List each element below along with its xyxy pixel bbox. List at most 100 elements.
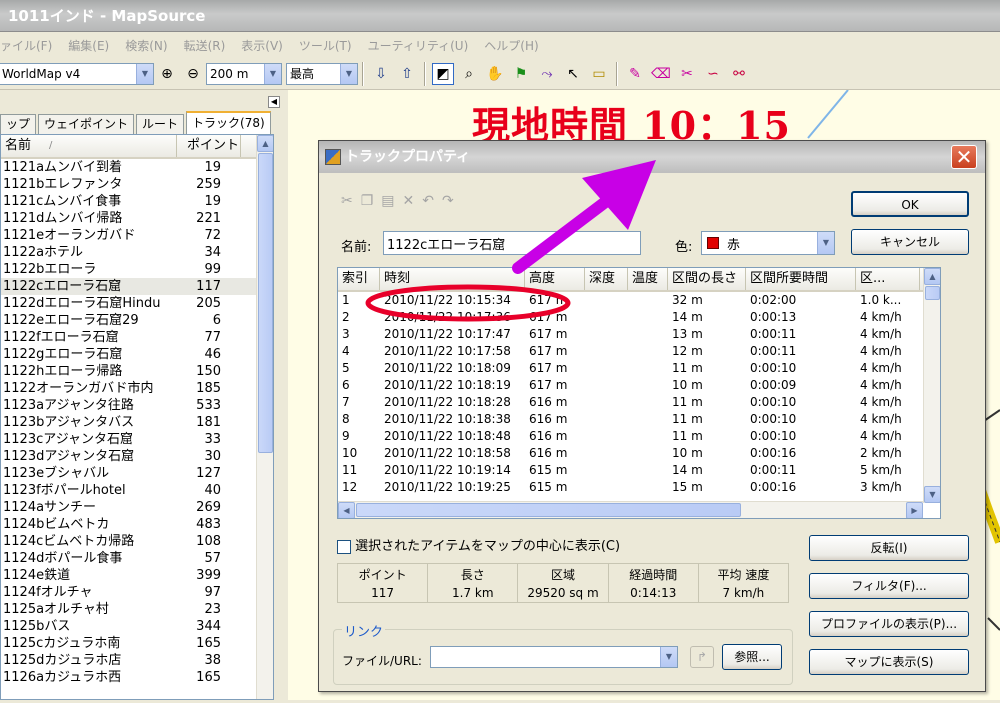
track-point-row[interactable]: 7 2010/11/22 10:18:28 616 m 11 m 0:00:10 4 km…	[338, 394, 940, 411]
waypoint-tool-icon[interactable]: ⚑	[510, 63, 532, 85]
pencil-tool-icon[interactable]: ✎	[624, 63, 646, 85]
track-list-item[interactable]: 1124fオルチャ 97	[1, 584, 273, 601]
paste-icon[interactable]: ▤	[381, 193, 394, 209]
scroll-up-icon[interactable]: ▲	[924, 268, 940, 285]
track-list-item[interactable]: 1122eエローラ石窟29 6	[1, 312, 273, 329]
filter-button[interactable]: フィルタ(F)...	[809, 573, 969, 599]
track-list-item[interactable]: 1125bバス 344	[1, 618, 273, 635]
scroll-down-icon[interactable]: ▼	[924, 486, 940, 503]
menu-view[interactable]: 表示(V)	[241, 37, 283, 54]
track-point-row[interactable]: 12 2010/11/22 10:19:25 615 m 15 m 0:00:16 3 k…	[338, 479, 940, 496]
scrollbar-thumb[interactable]	[925, 286, 940, 300]
track-list-item[interactable]: 1124cビムベトカ帰路 108	[1, 533, 273, 550]
divide-tool-icon[interactable]: ✂	[676, 63, 698, 85]
track-list-item[interactable]: 1122hエローラ帰路 150	[1, 363, 273, 380]
track-list-item[interactable]: 1121eオーランガバド 72	[1, 227, 273, 244]
browse-button[interactable]: 参照...	[722, 644, 782, 670]
track-list-item[interactable]: 1125cカジュラホ南 165	[1, 635, 273, 652]
file-url-input[interactable]: ▼	[430, 646, 678, 668]
track-point-row[interactable]: 10 2010/11/22 10:18:58 616 m 10 m 0:00:16 2 k…	[338, 445, 940, 462]
column-header-points[interactable]: ポイント	[177, 135, 241, 157]
track-list-item[interactable]: 1125aオルチャ村 23	[1, 601, 273, 618]
open-link-icon[interactable]: ↱	[690, 646, 714, 668]
tab-map[interactable]: ップ	[0, 114, 37, 134]
column-header-name[interactable]: 名前 /	[1, 135, 177, 157]
cancel-button[interactable]: キャンセル	[851, 229, 969, 255]
menu-utilities[interactable]: ユーティリティ(U)	[368, 37, 469, 54]
track-list-item[interactable]: 1123cアジャンタ石窟 33	[1, 431, 273, 448]
detail-level-select[interactable]: 最高 ▼	[286, 62, 358, 85]
points-vscrollbar[interactable]: ▲ ▼	[923, 268, 940, 503]
scrollbar-thumb[interactable]	[356, 503, 741, 517]
menu-help[interactable]: ヘルプ(H)	[484, 37, 538, 54]
track-list-item[interactable]: 1123bアジャンタバス 181	[1, 414, 273, 431]
track-list-item[interactable]: 1124dボパール食事 57	[1, 550, 273, 567]
zoom-out-icon[interactable]: ⊖	[182, 63, 204, 85]
pane-close-icon[interactable]: ◀	[268, 96, 280, 108]
track-list-item[interactable]: 1122オーランガバド市内 185	[1, 380, 273, 397]
scroll-left-icon[interactable]: ◀	[338, 502, 355, 518]
points-hscrollbar[interactable]: ◀ ▶	[338, 501, 923, 518]
menu-file[interactable]: ァイル(F)	[0, 37, 52, 54]
column-header-leg-speed[interactable]: 区...	[856, 268, 920, 290]
track-list-item[interactable]: 1122fエローラ石窟 77	[1, 329, 273, 346]
column-header-depth[interactable]: 深度	[585, 268, 628, 290]
scrollbar-thumb[interactable]	[258, 153, 273, 453]
menu-tools[interactable]: ツール(T)	[299, 37, 352, 54]
track-list-item[interactable]: 1121dムンバイ帰路 221	[1, 210, 273, 227]
track-point-row[interactable]: 5 2010/11/22 10:18:09 617 m 11 m 0:00:10 4 km…	[338, 360, 940, 377]
track-point-row[interactable]: 6 2010/11/22 10:18:19 617 m 10 m 0:00:09 4 km…	[338, 377, 940, 394]
scroll-right-icon[interactable]: ▶	[906, 502, 923, 518]
map-select-tool-icon[interactable]: ◩	[432, 62, 454, 85]
join-tool-icon[interactable]: ∽	[702, 63, 724, 85]
track-list-item[interactable]: 1124aサンチー 269	[1, 499, 273, 516]
show-profile-button[interactable]: プロファイルの表示(P)...	[809, 611, 969, 637]
close-icon[interactable]: ✕	[951, 145, 977, 169]
track-list-item[interactable]: 1122dエローラ石窟Hindu 205	[1, 295, 273, 312]
route-tool-icon[interactable]: ⤳	[536, 63, 558, 85]
column-header-temperature[interactable]: 温度	[628, 268, 668, 290]
checkbox-box[interactable]	[337, 539, 351, 554]
tab-tracks[interactable]: トラック(78)	[186, 111, 271, 134]
center-on-map-checkbox[interactable]: 選択されたアイテムをマップの中心に表示(C)	[337, 535, 620, 554]
copy-icon[interactable]: ❐	[361, 193, 374, 209]
track-point-row[interactable]: 11 2010/11/22 10:19:14 615 m 14 m 0:00:11 5 k…	[338, 462, 940, 479]
tab-waypoints[interactable]: ウェイポイント	[38, 114, 135, 134]
column-header-leg-time[interactable]: 区間所要時間	[746, 268, 856, 290]
track-list-scrollbar[interactable]: ▲	[256, 135, 273, 699]
track-list-item[interactable]: 1126aカジュラホ西 165	[1, 669, 273, 686]
zoom-tool-icon[interactable]: ⌕	[458, 63, 480, 85]
track-point-row[interactable]: 3 2010/11/22 10:17:47 617 m 13 m 0:00:11 4 km…	[338, 326, 940, 343]
menu-edit[interactable]: 編集(E)	[68, 37, 109, 54]
reverse-button[interactable]: 反転(I)	[809, 535, 969, 561]
track-list-item[interactable]: 1122cエローラ石窟 117	[1, 278, 273, 295]
tab-routes[interactable]: ルート	[136, 114, 185, 134]
hand-tool-icon[interactable]: ✋	[484, 63, 506, 85]
menu-transfer[interactable]: 転送(R)	[184, 37, 226, 54]
track-list-item[interactable]: 1122gエローラ石窟 46	[1, 346, 273, 363]
track-list-item[interactable]: 1121bエレファンタ 259	[1, 176, 273, 193]
track-list-item[interactable]: 1122aホテル 34	[1, 244, 273, 261]
track-point-row[interactable]: 4 2010/11/22 10:17:58 617 m 12 m 0:00:11 4 km…	[338, 343, 940, 360]
zoom-level-select[interactable]: 200 m ▼	[206, 62, 282, 85]
track-name-input[interactable]: 1122cエローラ石窟	[383, 231, 641, 255]
eraser-tool-icon[interactable]: ⌫	[650, 63, 672, 85]
track-point-row[interactable]: 8 2010/11/22 10:18:38 616 m 11 m 0:00:10 4 km…	[338, 411, 940, 428]
undo-icon[interactable]: ↶	[422, 193, 434, 209]
show-on-map-button[interactable]: マップに表示(S)	[809, 649, 969, 675]
redo-icon[interactable]: ↷	[442, 193, 454, 209]
track-list-item[interactable]: 1123dアジャンタ石窟 30	[1, 448, 273, 465]
column-header-leg-length[interactable]: 区間の長さ	[668, 268, 746, 290]
distance-tool-icon[interactable]: ▭	[588, 63, 610, 85]
delete-icon[interactable]: ✕	[403, 193, 415, 209]
track-list-item[interactable]: 1123aアジャンタ往路 533	[1, 397, 273, 414]
track-list-item[interactable]: 1125dカジュラホ店 38	[1, 652, 273, 669]
track-list-item[interactable]: 1124e鉄道 399	[1, 567, 273, 584]
track-list-item[interactable]: 1124bビムベトカ 483	[1, 516, 273, 533]
scroll-up-icon[interactable]: ▲	[257, 135, 273, 152]
track-list-item[interactable]: 1121cムンバイ食事 19	[1, 193, 273, 210]
track-list-item[interactable]: 1122bエローラ 99	[1, 261, 273, 278]
menu-find[interactable]: 検索(N)	[125, 37, 167, 54]
color-select[interactable]: 赤 ▼	[701, 231, 835, 255]
send-to-device-icon[interactable]: ⇧	[396, 63, 418, 85]
